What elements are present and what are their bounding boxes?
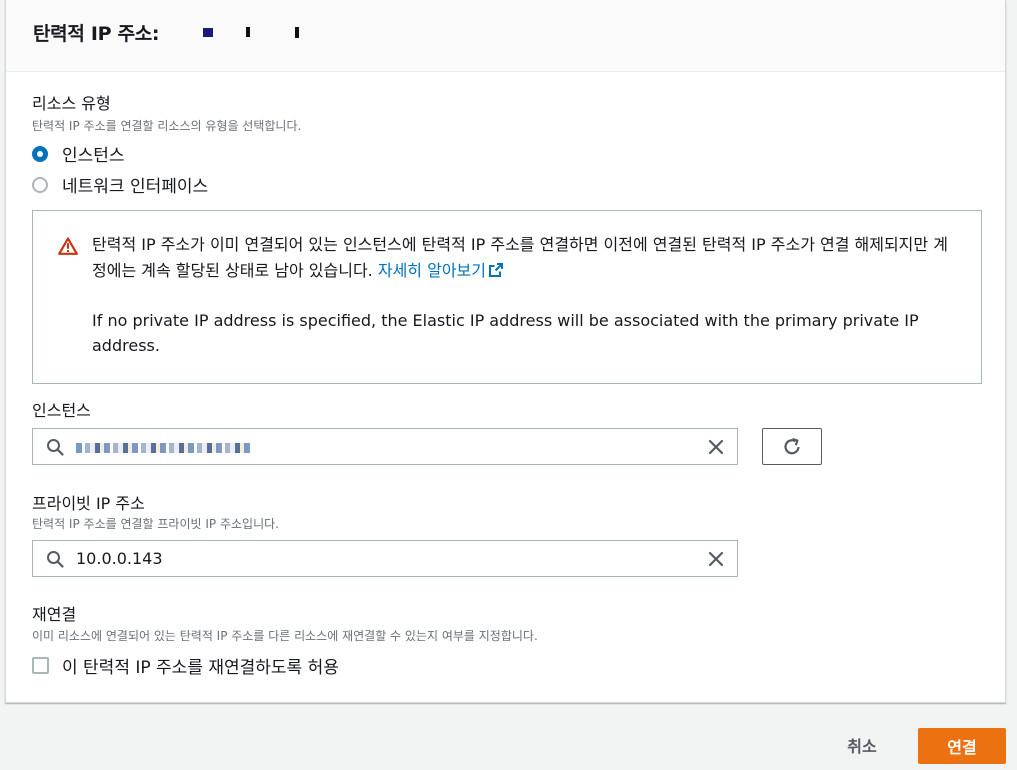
refresh-button[interactable] — [762, 428, 822, 465]
radio-network-interface[interactable]: 네트워크 인터페이스 — [32, 172, 208, 197]
alert-message-text: 탄력적 IP 주소가 이미 연결되어 있는 인스턴스에 탄력적 IP 주소를 연… — [92, 235, 948, 280]
redacted-ip-block — [203, 28, 213, 37]
refresh-icon — [784, 437, 800, 454]
redacted-ip-block — [295, 27, 299, 38]
learn-more-link[interactable]: 자세히 알아보기 — [378, 261, 504, 280]
reassociation-checkbox[interactable] — [32, 657, 49, 674]
radio-instance-label: 인스턴스 — [62, 146, 125, 166]
panel-header: 탄력적 IP 주소: — [6, 0, 1005, 72]
private-ip-search-input[interactable]: 10.0.0.143 — [32, 540, 738, 577]
instance-search-input[interactable] — [32, 428, 738, 465]
redacted-ip-block — [246, 27, 250, 37]
warning-icon — [58, 237, 78, 255]
radio-button-selected[interactable] — [32, 145, 48, 162]
associate-button[interactable]: 연결 — [918, 728, 1006, 764]
reassociation-description: 이미 리소스에 연결되어 있는 탄력적 IP 주소를 다른 리소스에 재연결할 … — [32, 629, 538, 643]
page-title: 탄력적 IP 주소: — [33, 23, 160, 45]
private-ip-description: 탄력적 IP 주소를 연결할 프라이빗 IP 주소입니다. — [32, 517, 279, 531]
private-ip-value: 10.0.0.143 — [76, 549, 163, 568]
private-ip-label: 프라이빗 IP 주소 — [32, 494, 145, 513]
external-link-icon — [489, 263, 503, 277]
clear-icon[interactable] — [707, 550, 725, 568]
reassociation-checkbox-row[interactable]: 이 탄력적 IP 주소를 재연결하도록 허용 — [32, 653, 339, 678]
resource-type-label: 리소스 유형 — [32, 94, 111, 113]
cancel-button[interactable]: 취소 — [828, 729, 896, 761]
radio-instance[interactable]: 인스턴스 — [32, 141, 125, 166]
reassociation-checkbox-label: 이 탄력적 IP 주소를 재연결하도록 허용 — [62, 658, 339, 678]
redacted-instance-id — [76, 442, 251, 453]
alert-note: If no private IP address is specified, t… — [92, 311, 919, 355]
instance-label: 인스턴스 — [32, 401, 91, 420]
alert-message: 탄력적 IP 주소가 이미 연결되어 있는 인스턴스에 탄력적 IP 주소를 연… — [92, 232, 962, 284]
learn-more-label: 자세히 알아보기 — [377, 261, 486, 280]
warning-alert: 탄력적 IP 주소가 이미 연결되어 있는 인스턴스에 탄력적 IP 주소를 연… — [32, 210, 982, 384]
radio-button-unselected[interactable] — [32, 176, 48, 193]
reassociation-label: 재연결 — [32, 605, 77, 624]
associate-eip-panel: 탄력적 IP 주소: 리소스 유형 탄력적 IP 주소를 연결할 리소스의 유형… — [5, 0, 1006, 703]
clear-icon[interactable] — [707, 438, 725, 456]
search-icon — [47, 550, 64, 568]
resource-type-description: 탄력적 IP 주소를 연결할 리소스의 유형을 선택합니다. — [32, 119, 302, 133]
radio-network-interface-label: 네트워크 인터페이스 — [62, 177, 209, 197]
search-icon — [47, 438, 64, 456]
